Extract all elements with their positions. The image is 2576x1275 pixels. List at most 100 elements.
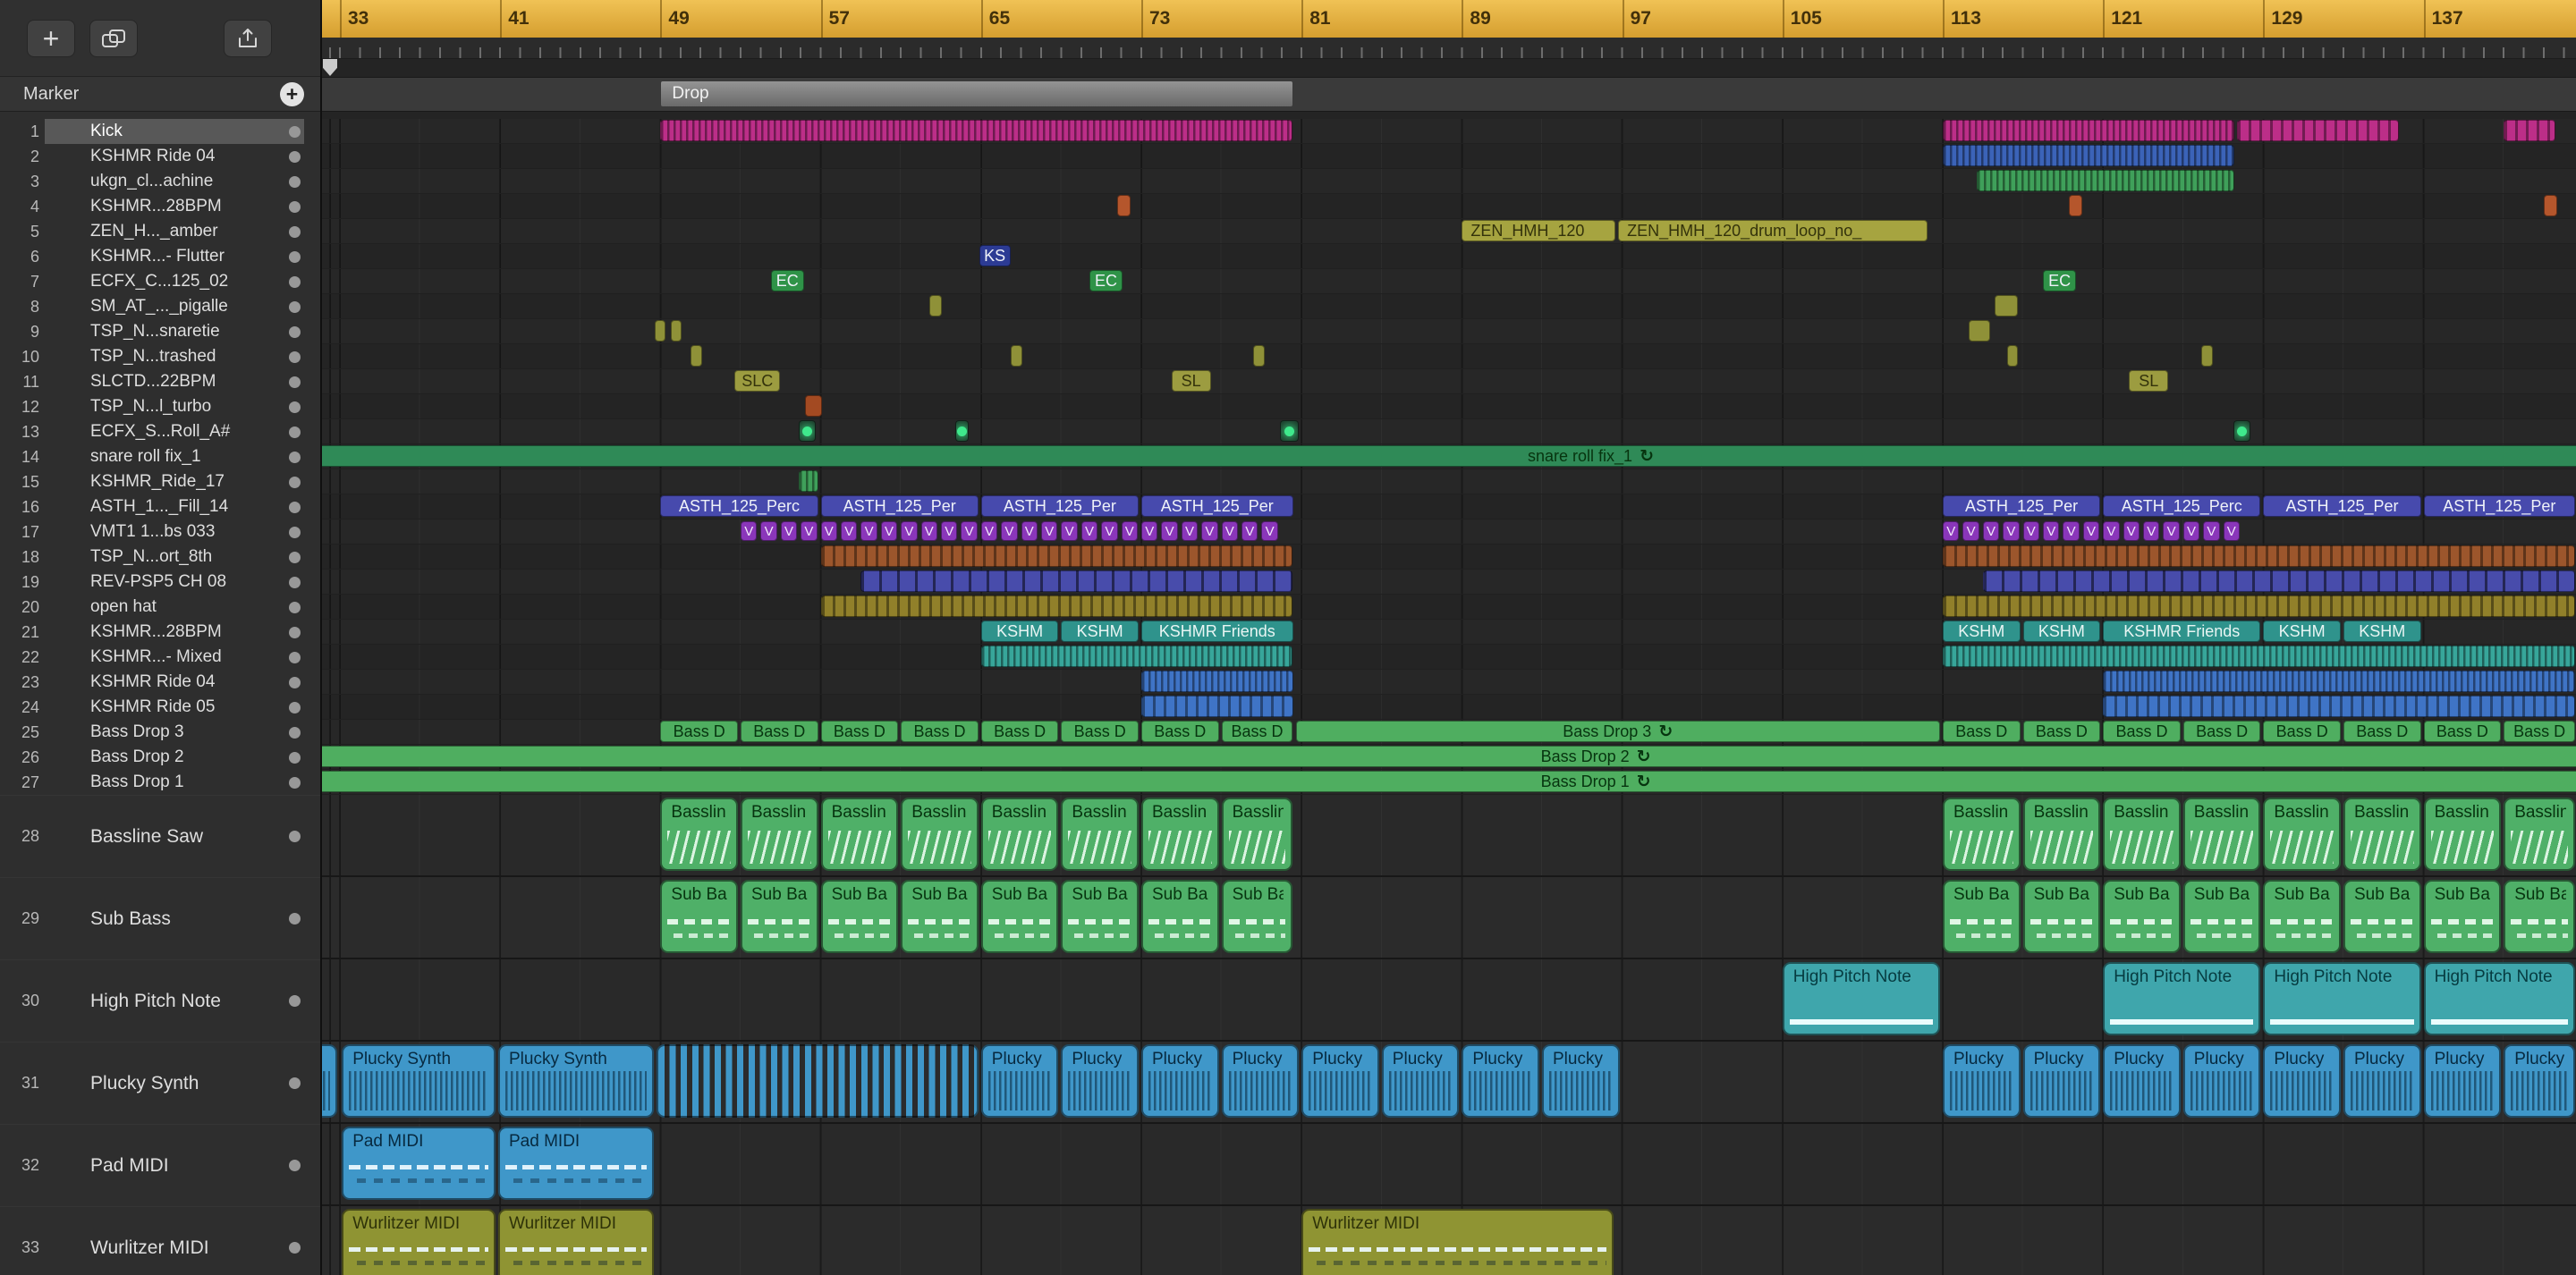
region-tsp-n-snaretie[interactable] [670,320,682,342]
region-v[interactable]: V [820,521,837,541]
track-header-open-hat[interactable]: 20 open hat [0,595,320,620]
region-kshm[interactable]: KSHM [2343,621,2421,642]
region-ecfx-s-roll-a[interactable] [954,420,969,442]
track-state-dot[interactable] [289,651,301,663]
track-state-dot[interactable] [289,626,301,638]
region-pad-midi[interactable]: Pad MIDI [342,1127,496,1200]
region-v[interactable]: V [961,521,978,541]
region-sm-at-pigalle[interactable] [928,295,943,317]
track-state-dot[interactable] [289,200,301,213]
region-sub-ba[interactable]: Sub Ba [660,880,738,953]
region-v[interactable]: V [1261,521,1278,541]
track-header-rev-psp5-ch-08[interactable]: 19 REV-PSP5 CH 08 [0,570,320,595]
region-asth-125-per[interactable]: ASTH_125_Per [2423,495,2576,517]
region-plucky[interactable]: Plucky [1943,1044,2021,1118]
region-v[interactable]: V [1221,521,1238,541]
region-kick[interactable] [660,120,1293,141]
region-asth-125-perc[interactable]: ASTH_125_Perc [2103,495,2261,517]
track-state-dot[interactable] [289,913,301,925]
region-v[interactable]: V [2003,521,2020,541]
track-state-dot[interactable] [289,451,301,463]
region-basslin[interactable]: Basslin [2022,798,2101,871]
region-v[interactable]: V [1181,521,1199,541]
track-header-bass-drop-1[interactable]: 27 Bass Drop 1 [0,770,320,795]
region-kshm[interactable]: KSHM [1943,621,2021,642]
region-v[interactable]: V [2022,521,2039,541]
region-plucky[interactable]: Plucky [1381,1044,1460,1118]
region-bass-drop-3[interactable]: Bass Drop 3 ↻ [1295,721,1940,742]
region-tsp-n-ort-8th[interactable] [820,545,1293,567]
region-basslin[interactable]: Basslin [741,798,818,871]
region-v[interactable]: V [920,521,937,541]
region-v[interactable]: V [1161,521,1178,541]
track-header-high-pitch-note[interactable]: 30 High Pitch Note [0,959,320,1042]
region-asth-125-per[interactable]: ASTH_125_Per [1943,495,2101,517]
track-header-tsp-n-snaretie[interactable]: 9 TSP_N...snaretie [0,319,320,344]
playhead-handle[interactable] [323,59,337,76]
add-track-button[interactable]: + [27,19,75,57]
region-kshmr-friends[interactable]: KSHMR Friends [2103,621,2261,642]
region-asth-125-per[interactable]: ASTH_125_Per [1141,495,1293,517]
track-header-asth-1-fill-14[interactable]: 16 ASTH_1..._Fill_14 [0,494,320,519]
track-header-bassline-saw[interactable]: 28 Bassline Saw [0,795,320,877]
region-plucky[interactable]: Plucky [2263,1044,2341,1118]
region-snare-roll-fix-1[interactable]: snare roll fix_1 ↻ [322,445,2576,467]
region-basslin[interactable]: Basslin [820,798,899,871]
region-plucky[interactable]: Plucky [2022,1044,2101,1118]
region-sub-ba[interactable]: Sub Ba [1943,880,2021,953]
region-sub-ba[interactable]: Sub Ba [901,880,979,953]
region-sub-ba[interactable]: Sub Ba [1141,880,1219,953]
region-v[interactable]: V [1021,521,1038,541]
region-kshmr-ride-04[interactable] [1141,671,1293,692]
track-state-dot[interactable] [289,426,301,438]
region-pad-midi[interactable]: Pad MIDI [498,1127,654,1200]
region-high-pitch-note[interactable]: High Pitch Note [2423,962,2576,1035]
track-header-sub-bass[interactable]: 29 Sub Bass [0,877,320,959]
region-v[interactable]: V [901,521,918,541]
track-header-kshmr-ride-17[interactable]: 15 KSHMR_Ride_17 [0,469,320,494]
region-y[interactable]: y [322,1044,337,1118]
track-header-kshmr-28bpm[interactable]: 4 KSHMR...28BPM [0,194,320,219]
region-plucky[interactable]: Plucky [2423,1044,2502,1118]
region-basslin[interactable]: Basslin [2343,798,2421,871]
track-state-dot[interactable] [289,150,301,163]
region-sub-ba[interactable]: Sub Ba [2103,880,2181,953]
region-plucky[interactable]: Plucky [1221,1044,1300,1118]
region-basslin[interactable]: Basslin [2182,798,2261,871]
track-header-bass-drop-2[interactable]: 26 Bass Drop 2 [0,745,320,770]
track-state-dot[interactable] [289,1242,301,1254]
region-rev-psp5-ch-08[interactable] [860,570,1293,592]
region-bass-d[interactable]: Bass D [2263,721,2341,742]
region-bass-d[interactable]: Bass D [1061,721,1139,742]
region-v[interactable]: V [880,521,898,541]
region-v[interactable]: V [1201,521,1218,541]
region-v[interactable]: V [741,521,758,541]
region-bass-d[interactable]: Bass D [660,721,738,742]
region-v[interactable]: V [1982,521,2000,541]
track-header-kshmr-mixed[interactable]: 22 KSHMR...- Mixed [0,645,320,670]
track-state-dot[interactable] [289,776,301,789]
track-state-dot[interactable] [289,676,301,688]
duplicate-track-button[interactable] [89,19,138,57]
track-state-dot[interactable] [289,376,301,388]
region-bass-d[interactable]: Bass D [980,721,1059,742]
region-kshmr-ride-05[interactable] [2103,696,2576,717]
track-state-dot[interactable] [289,350,301,363]
region-v[interactable]: V [2143,521,2160,541]
region-kshmr-ride-17[interactable] [799,470,818,492]
region-basslin[interactable]: Basslin [1943,798,2021,871]
region-ecfx-s-roll-a[interactable] [2233,420,2251,442]
region-plucky[interactable]: Plucky [1462,1044,1539,1118]
track-header-kshmr-ride-04[interactable]: 23 KSHMR Ride 04 [0,670,320,695]
track-header-tsp-n-l-turbo[interactable]: 12 TSP_N...l_turbo [0,394,320,419]
region-basslin[interactable]: Basslin [2504,798,2576,871]
region-tsp-n-trashed[interactable] [2201,345,2213,367]
region-sub-ba[interactable]: Sub Ba [1221,880,1293,953]
region-sub-ba[interactable]: Sub Ba [741,880,818,953]
region-v[interactable]: V [2182,521,2200,541]
track-header-pad-midi[interactable]: 32 Pad MIDI [0,1124,320,1206]
region-bass-d[interactable]: Bass D [1221,721,1293,742]
region-v[interactable]: V [860,521,877,541]
region-kick[interactable] [2237,120,2399,141]
region-plucky[interactable]: Plucky [980,1044,1059,1118]
